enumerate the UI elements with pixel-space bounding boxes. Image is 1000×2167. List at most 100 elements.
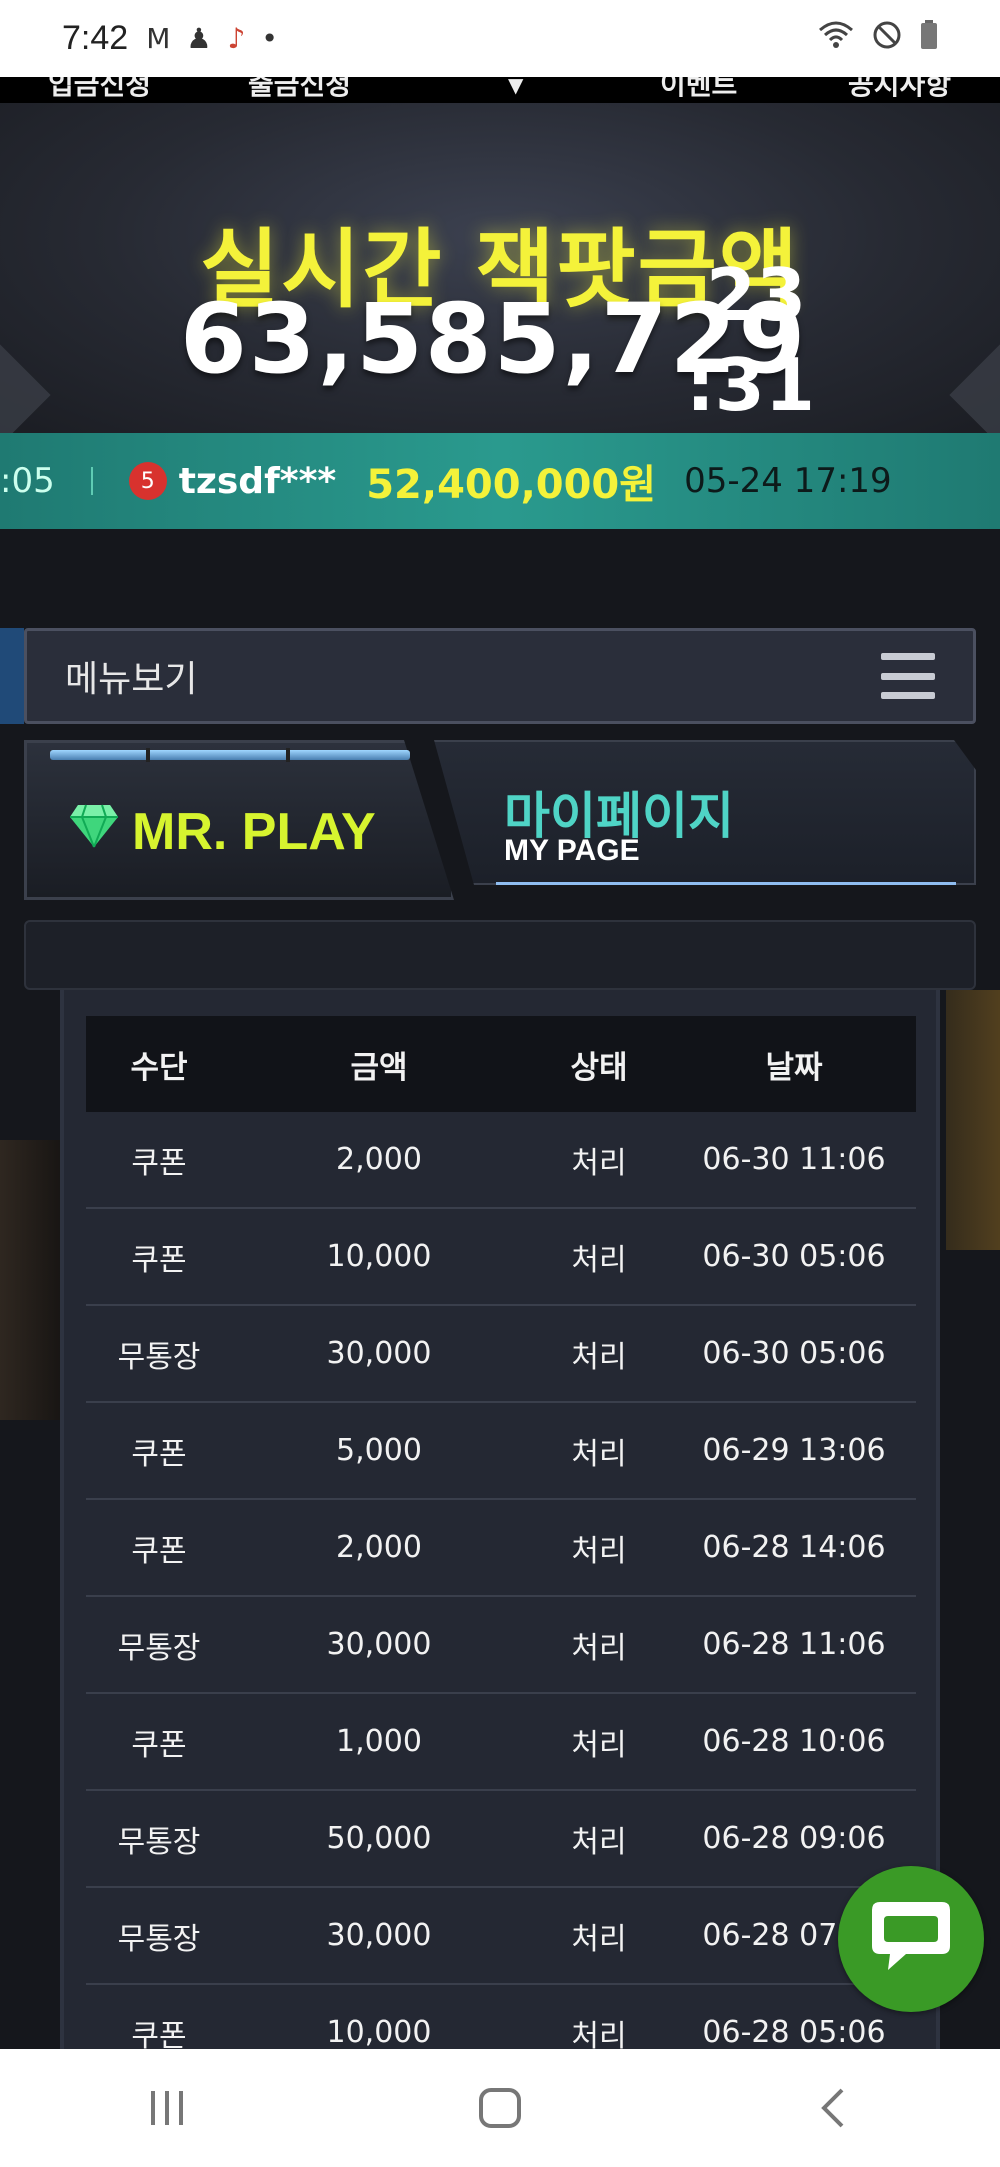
cell-amount: 1,000 <box>336 1724 422 1759</box>
cell-method: 쿠폰 <box>131 1145 187 1181</box>
nav-center-icon[interactable]: ▼ <box>508 77 523 97</box>
cell-status: 처리 <box>571 1339 627 1375</box>
history-table: 수단 금액 상태 날짜 쿠폰 2,000 처리 06-30 11:06 쿠폰 10,000… <box>86 1016 916 2082</box>
cell-date: 06-30 11:06 <box>702 1142 886 1177</box>
cell-amount: 5,000 <box>336 1433 422 1468</box>
banner-prev-arrow-icon[interactable] <box>0 331 51 433</box>
tiktok-icon: ♪ <box>227 22 246 55</box>
menu-label: 메뉴보기 <box>65 659 198 700</box>
recent-apps-icon[interactable] <box>127 2078 207 2138</box>
header-status: 상태 <box>570 1049 628 1086</box>
ticker-date: 05-24 17:19 <box>684 461 892 501</box>
cell-date: 06-28 10:06 <box>702 1724 886 1759</box>
table-row: 무통장 30,000 처리 06-28 11:06 <box>86 1597 916 1694</box>
table-row: 쿠폰 5,000 처리 06-29 13:06 <box>86 1403 916 1500</box>
mypage-title-plate: 마이페이지 MY PAGE <box>434 740 976 885</box>
back-icon[interactable] <box>793 2078 873 2138</box>
ticker-separator <box>90 467 93 495</box>
home-icon[interactable] <box>460 2078 540 2138</box>
cell-status: 처리 <box>571 1921 627 1957</box>
table-header: 수단 금액 상태 날짜 <box>86 1016 916 1112</box>
status-time: 7:42 <box>62 19 129 57</box>
title-underline <box>496 882 956 885</box>
cell-amount: 30,000 <box>326 1918 432 1953</box>
table-row: 쿠폰 1,000 처리 06-28 10:06 <box>86 1694 916 1791</box>
cell-method: 무통장 <box>117 1630 201 1666</box>
top-nav: 입금신청 출금신청 ▼ 이벤트 공지사항 <box>0 77 1000 103</box>
cell-method: 무통장 <box>117 1339 201 1375</box>
cell-date: 06-28 14:06 <box>702 1530 886 1565</box>
menu-toggle-bar[interactable]: 메뉴보기 <box>24 628 976 724</box>
header-date: 날짜 <box>765 1049 823 1086</box>
cell-date: 06-29 13:06 <box>702 1433 886 1468</box>
jackpot-banner: 실시간 잭팟금액 63,585,729 23 :31 <box>0 103 1000 433</box>
brand-name: MR. PLAY <box>132 803 376 861</box>
rail-dot <box>146 748 150 762</box>
table-row: 무통장 30,000 처리 06-30 05:06 <box>86 1306 916 1403</box>
cell-date: 06-28 11:06 <box>702 1627 886 1662</box>
cell-date: 06-30 05:06 <box>702 1336 886 1371</box>
nav-withdraw[interactable]: 출금신청 <box>248 77 351 103</box>
cell-method: 무통장 <box>117 1921 201 1957</box>
cell-status: 처리 <box>571 1824 627 1860</box>
header-rail <box>50 750 410 760</box>
cell-method: 쿠폰 <box>131 1436 187 1472</box>
winner-ticker: :05 5 tzsdf*** 52,400,000원 05-24 17:19 <box>0 433 1000 529</box>
rail-dot <box>286 748 290 762</box>
table-row: 쿠폰 2,000 처리 06-30 11:06 <box>86 1112 916 1209</box>
cell-amount: 30,000 <box>326 1336 432 1371</box>
status-bar: 7:42 M ♟ ♪ • <box>0 0 1000 77</box>
cell-method: 쿠폰 <box>131 1727 187 1763</box>
hamburger-icon[interactable] <box>881 653 935 699</box>
table-row: 무통장 30,000 처리 06-28 07:06 <box>86 1888 916 1985</box>
cell-amount: 2,000 <box>336 1530 422 1565</box>
brand-logo[interactable]: MR. PLAY <box>68 802 376 862</box>
ticker-amount: 52,400,000원 <box>366 462 657 508</box>
table-row: 무통장 50,000 처리 06-28 09:06 <box>86 1791 916 1888</box>
diamond-icon <box>68 803 120 861</box>
cell-amount: 30,000 <box>326 1627 432 1662</box>
mypage-title-en: MY PAGE <box>504 834 640 867</box>
android-nav-bar <box>0 2049 1000 2167</box>
cell-status: 처리 <box>571 1242 627 1278</box>
cell-amount: 50,000 <box>326 1821 432 1856</box>
cell-status: 처리 <box>571 1533 627 1569</box>
side-decoration-left <box>0 1140 60 1420</box>
header-shelf <box>24 920 976 990</box>
nav-notice[interactable]: 공지사항 <box>848 77 951 103</box>
cell-date: 06-30 05:06 <box>702 1239 886 1274</box>
cell-amount: 10,000 <box>326 1239 432 1274</box>
cell-status: 처리 <box>571 1145 627 1181</box>
header-amount: 금액 <box>350 1049 408 1086</box>
jackpot-roll-top: 23 <box>706 253 807 337</box>
cell-amount: 10,000 <box>326 2015 432 2050</box>
gmail-icon: M <box>146 22 171 55</box>
cell-method: 쿠폰 <box>131 1242 187 1278</box>
cell-method: 무통장 <box>117 1824 201 1860</box>
cell-status: 처리 <box>571 1727 627 1763</box>
battery-icon <box>920 19 938 58</box>
dnd-icon <box>872 20 902 58</box>
cell-method: 쿠폰 <box>131 2018 187 2054</box>
ticker-prev-time: :05 <box>0 461 55 501</box>
banner-next-arrow-icon[interactable] <box>949 331 1000 433</box>
cell-method: 쿠폰 <box>131 1533 187 1569</box>
cell-amount: 2,000 <box>336 1142 422 1177</box>
table-row: 쿠폰 10,000 처리 06-30 05:06 <box>86 1209 916 1306</box>
side-decoration-right <box>946 990 1000 1250</box>
cell-date: 06-28 05:06 <box>702 2015 886 2050</box>
nav-deposit[interactable]: 입금신청 <box>48 77 151 103</box>
dot-icon: • <box>261 22 278 55</box>
mypage-header: MR. PLAY 마이페이지 MY PAGE <box>24 740 976 910</box>
jackpot-roll-bottom: :31 <box>686 343 815 427</box>
chat-button[interactable] <box>838 1866 984 2012</box>
nav-event[interactable]: 이벤트 <box>660 77 737 103</box>
ticker-rank-badge: 5 <box>128 462 167 500</box>
chat-bubble-icon <box>868 1898 954 1980</box>
cell-status: 처리 <box>571 1630 627 1666</box>
wifi-icon <box>818 20 854 58</box>
cell-date: 06-28 09:06 <box>702 1821 886 1856</box>
cell-status: 처리 <box>571 1436 627 1472</box>
ticker-user: tzsdf*** <box>178 460 337 502</box>
table-row: 쿠폰 2,000 처리 06-28 14:06 <box>86 1500 916 1597</box>
